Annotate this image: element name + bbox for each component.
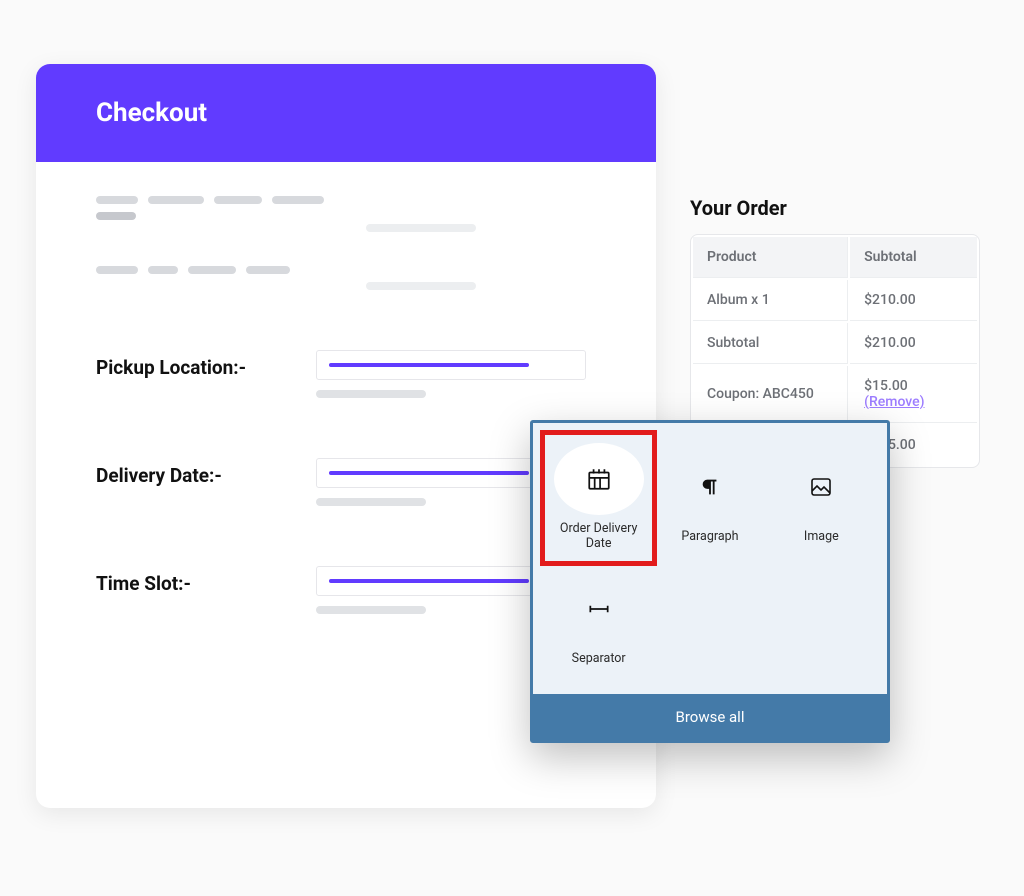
block-label: Paragraph [681, 529, 738, 544]
skeleton-row [96, 266, 596, 274]
table-header-row: Product Subtotal [693, 237, 977, 278]
block-label: Separator [572, 651, 626, 666]
calendar-icon [554, 443, 644, 515]
block-separator[interactable]: Separator [543, 563, 654, 678]
cell-subtotal: $210.00 [864, 335, 916, 351]
skeleton-line [316, 606, 426, 614]
cell-subtotal: $210.00 [864, 292, 916, 308]
pickup-location-label: Pickup Location:- [96, 350, 316, 379]
block-paragraph[interactable]: Paragraph [654, 433, 765, 563]
skeleton-line [316, 390, 426, 398]
block-image[interactable]: Image [766, 433, 877, 563]
pickup-location-row: Pickup Location:- [96, 350, 596, 398]
block-order-delivery-date[interactable]: Order Delivery Date [543, 433, 654, 563]
time-slot-label: Time Slot:- [96, 566, 316, 595]
browse-all-label: Browse all [676, 708, 745, 726]
order-summary-heading: Your Order [690, 196, 980, 220]
block-inserter-popup: Order Delivery Date Paragraph Image [530, 420, 890, 743]
table-header-subtotal: Subtotal [864, 249, 917, 265]
skeleton-row [96, 212, 596, 220]
table-row: Subtotal $210.00 [693, 323, 977, 364]
delivery-date-row: Delivery Date:- [96, 458, 596, 506]
image-icon [776, 451, 866, 523]
block-label: Image [804, 529, 839, 544]
table-row: Album x 1 $210.00 [693, 280, 977, 321]
paragraph-icon [665, 451, 755, 523]
skeleton-row [96, 282, 596, 290]
skeleton-line [316, 498, 426, 506]
cell-product: Subtotal [707, 335, 759, 351]
pickup-location-input[interactable] [316, 350, 586, 380]
browse-all-button[interactable]: Browse all [533, 694, 887, 740]
delivery-date-label: Delivery Date:- [96, 458, 316, 487]
checkout-title: Checkout [96, 98, 207, 128]
skeleton-row [96, 196, 596, 204]
separator-icon [554, 573, 644, 645]
table-row: Coupon: ABC450 $15.00 (Remove) [693, 366, 977, 423]
cell-subtotal: $15.00 [864, 378, 908, 394]
remove-coupon-link[interactable]: (Remove) [864, 394, 924, 410]
cell-product: Coupon: ABC450 [707, 386, 814, 402]
table-header-product: Product [707, 249, 756, 265]
cell-product: Album x 1 [707, 292, 770, 308]
time-slot-row: Time Slot:- [96, 566, 596, 614]
block-label: Order Delivery Date [547, 521, 650, 551]
skeleton-row [96, 224, 596, 232]
checkout-header: Checkout [36, 64, 656, 162]
